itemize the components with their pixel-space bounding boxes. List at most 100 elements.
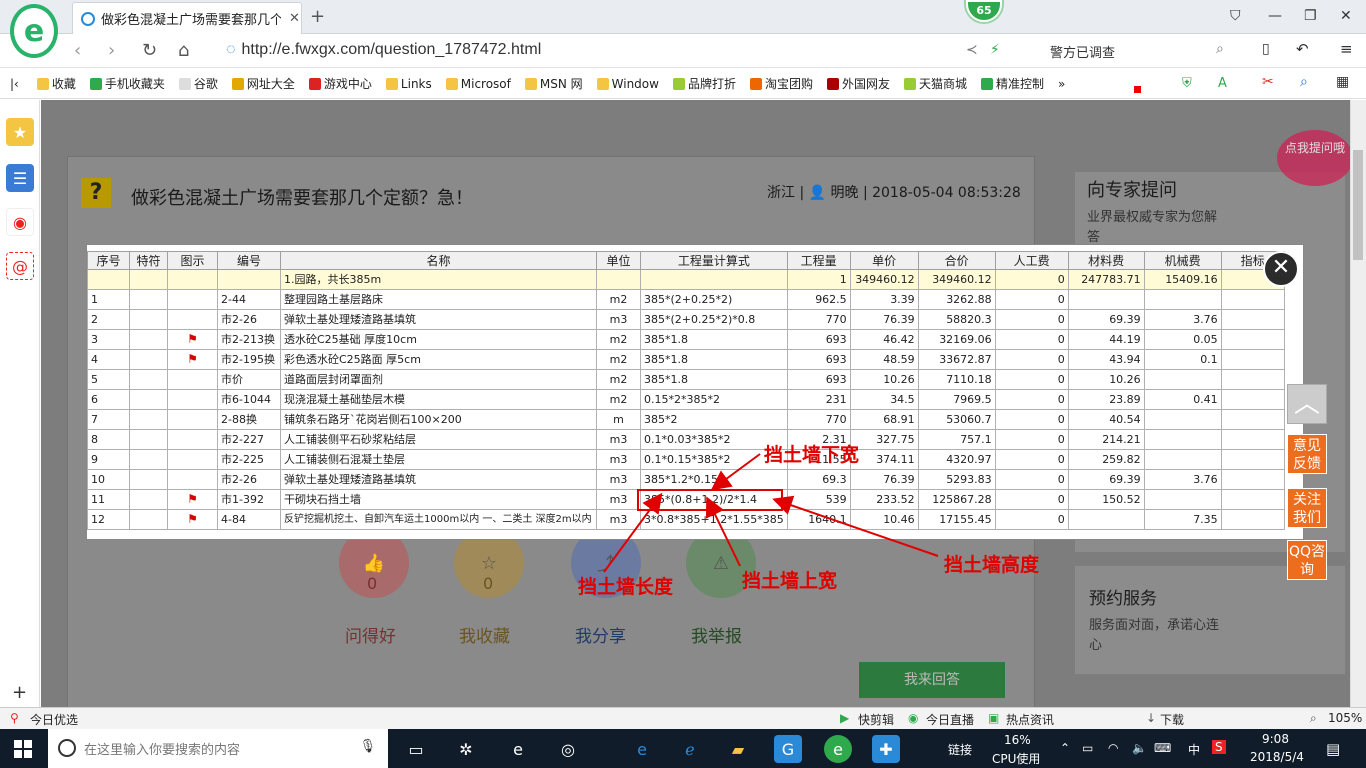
bookmark-item[interactable]: 收藏 (36, 75, 76, 92)
app-plus-icon[interactable]: ✚ (872, 735, 900, 763)
home-icon[interactable]: ⌂ (178, 40, 189, 61)
answer-button[interactable]: 我来回答 (859, 662, 1005, 698)
shirt-icon[interactable]: ⛉ (1230, 8, 1241, 24)
mic-icon[interactable]: 🎙 (359, 739, 376, 754)
bookmark-item[interactable]: Microsof (445, 77, 511, 91)
tab-close-icon[interactable]: ✕ (289, 11, 300, 26)
annotation-top-width: 挡土墙上宽 (742, 570, 838, 592)
qq-consult-button[interactable]: QQ咨询 (1287, 540, 1327, 580)
clock-time[interactable]: 9:08 (1262, 732, 1289, 746)
more-bookmarks-icon[interactable]: » (1058, 77, 1065, 91)
status-item[interactable]: 今日直播 (926, 711, 974, 728)
search-icon[interactable]: ⌕ (1216, 41, 1224, 57)
bookmark-item[interactable]: 精准控制 (981, 75, 1044, 92)
ask-speech-bubble[interactable]: 点我提问哦 (1277, 130, 1350, 186)
status-item[interactable]: 热点资讯 (1006, 711, 1054, 728)
lightning-icon[interactable]: ⚡ (990, 42, 1000, 58)
zoom-icon[interactable]: ⌕ (1300, 74, 1308, 90)
volume-icon[interactable]: 🔈 (1132, 741, 1147, 755)
weibo-icon[interactable]: ◉ (6, 208, 34, 236)
share-icon[interactable]: ≺ (966, 42, 978, 58)
browser-logo-icon[interactable]: e (10, 4, 58, 58)
bookmark-item[interactable]: 游戏中心 (308, 75, 372, 92)
expert-title[interactable]: 向专家提问 (1087, 176, 1177, 202)
table-cell: 0.41 (1143, 389, 1222, 410)
cpu-percent: 16% (1004, 733, 1031, 747)
add-sidebar-icon[interactable]: + (12, 682, 27, 703)
share-label[interactable]: 我分享 (575, 622, 626, 647)
bookmark-item[interactable]: 品牌打折 (672, 75, 736, 92)
forward-icon[interactable]: › (108, 40, 115, 61)
flag-icon (167, 269, 218, 290)
bookmark-item[interactable]: 淘宝团购 (749, 75, 813, 92)
favorite-label[interactable]: 我收藏 (459, 622, 510, 647)
link-label[interactable]: 链接 (948, 741, 972, 758)
reader-icon[interactable]: ☰ (6, 164, 34, 192)
email-icon[interactable]: @ (6, 252, 34, 280)
service-title[interactable]: 预约服务 (1089, 584, 1157, 609)
bookmark-item[interactable]: Links (385, 77, 432, 91)
refresh-icon[interactable]: ↻ (142, 40, 157, 61)
new-tab-icon[interactable]: + (310, 6, 325, 27)
collapse-icon[interactable]: |‹ (10, 77, 19, 91)
zoom-level[interactable]: 105% (1328, 711, 1362, 725)
windows-start-icon[interactable] (14, 740, 32, 758)
feedback-button[interactable]: 意见反馈 (1287, 434, 1327, 474)
back-to-top-button[interactable]: ︿ (1287, 384, 1327, 424)
minimize-icon[interactable]: — (1268, 8, 1282, 24)
sogou-icon[interactable]: S (1212, 740, 1226, 754)
battery-icon[interactable]: ▭ (1082, 741, 1093, 755)
status-item[interactable]: 快剪辑 (858, 711, 894, 728)
search-field[interactable]: 警方已调查 (1050, 42, 1115, 61)
edge-icon[interactable]: e (628, 735, 656, 763)
scrollbar-thumb[interactable] (1353, 150, 1363, 260)
follow-button[interactable]: 关注我们 (1287, 488, 1327, 528)
apps-icon[interactable]: ▦ (1336, 74, 1349, 90)
bookmark-item[interactable]: 谷歌 (178, 75, 218, 92)
explorer-folder-icon[interactable]: ▰ (724, 735, 752, 763)
glodon-icon[interactable]: G (774, 735, 802, 763)
pinwheel-icon[interactable]: ✲ (452, 735, 480, 763)
clock-date[interactable]: 2018/5/4 (1250, 750, 1304, 764)
bookmark-item[interactable]: Window (596, 77, 659, 91)
restore-icon[interactable]: ❐ (1304, 8, 1317, 24)
table-header-cell: 工程量计算式 (640, 251, 788, 270)
tray-up-icon[interactable]: ⌃ (1060, 741, 1070, 755)
table-header-cell: 序号 (87, 251, 130, 270)
active-browser-icon[interactable]: e (824, 735, 852, 763)
table-row: 1 2-44 整理园路土基层路床 m2 385*(2+0.25*2) 962.5 3.39 3… (87, 289, 1285, 310)
report-label[interactable]: 我举报 (691, 622, 742, 647)
undo-icon[interactable]: ↶ (1296, 40, 1309, 58)
wifi-icon[interactable]: ◠ (1108, 741, 1118, 755)
browser-e-icon[interactable]: e (504, 735, 532, 763)
bookmark-item[interactable]: 外国网友 (827, 75, 890, 92)
bookmark-item[interactable]: 手机收藏夹 (89, 75, 165, 92)
browser-tab[interactable]: 做彩色混凝土广场需要套那几个定 ✕ (72, 2, 302, 34)
back-icon[interactable]: ‹ (74, 40, 81, 61)
translate-icon[interactable]: A (1218, 76, 1227, 91)
phone-icon[interactable]: ▯ (1262, 41, 1270, 57)
ime-label[interactable]: 中 (1188, 741, 1200, 758)
url-field[interactable]: ◌ http://e.fwxgx.com/question_1787472.htm… (226, 41, 541, 59)
spiral-icon[interactable]: ◎ (554, 735, 582, 763)
status-left-text[interactable]: 今日优选 (30, 711, 78, 728)
table-cell: 40.54 (1067, 409, 1145, 430)
keyboard-icon[interactable]: ⌨ (1154, 741, 1171, 755)
bookmark-item[interactable]: MSN 网 (524, 75, 583, 92)
favorites-icon[interactable]: ★ (6, 118, 34, 146)
task-view-icon[interactable]: ▭ (402, 735, 430, 763)
like-label[interactable]: 问得好 (345, 622, 396, 647)
ie-icon[interactable]: ℯ (676, 735, 704, 763)
status-item[interactable]: 下载 (1160, 711, 1184, 728)
table-cell: 0 (994, 329, 1069, 350)
bookmark-item[interactable]: 网址大全 (231, 75, 295, 92)
taskbar-search[interactable]: 在这里输入你要搜索的内容 🎙 (48, 729, 388, 768)
close-overlay-icon[interactable]: ✕ (1263, 251, 1299, 287)
notification-icon[interactable]: ▤ (1326, 740, 1340, 758)
bookmark-item[interactable]: 天猫商城 (904, 75, 967, 92)
table-cell (1220, 329, 1285, 350)
shield-icon[interactable]: ⛨ (1182, 76, 1192, 91)
menu-icon[interactable]: ≡ (1340, 40, 1353, 58)
close-window-icon[interactable]: ✕ (1340, 8, 1352, 24)
scissors-icon[interactable]: ✂ (1262, 74, 1274, 90)
